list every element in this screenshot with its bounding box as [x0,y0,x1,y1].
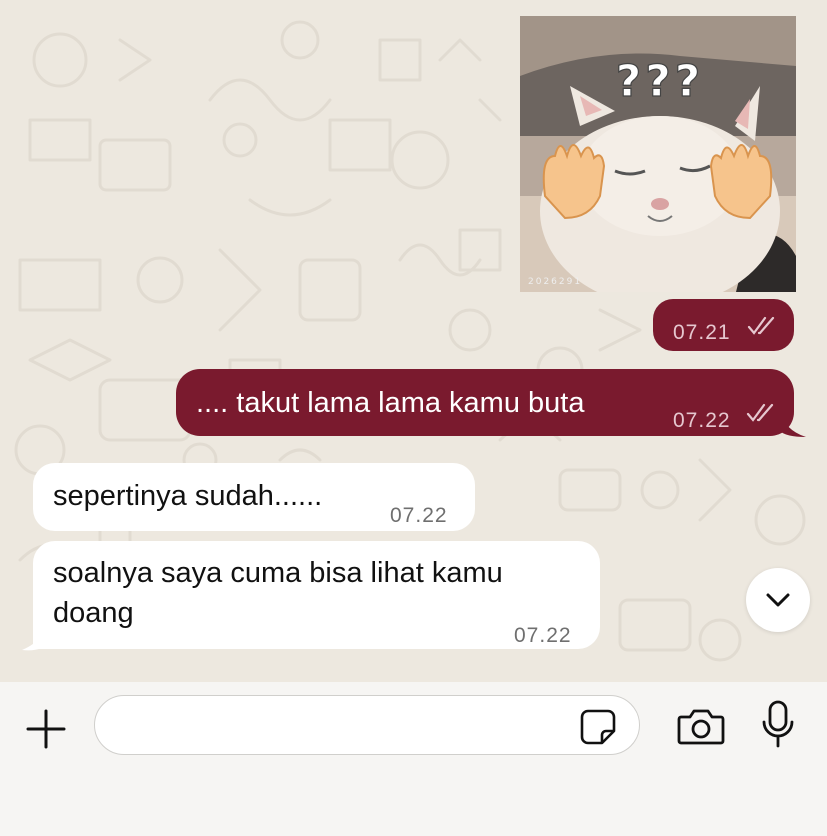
message-time: 07.21 [673,321,731,344]
camera-icon[interactable] [677,707,725,745]
double-check-icon [747,316,775,335]
message-text: soalnya saya cuma bisa lihat kamu doang [53,557,503,629]
incoming-message[interactable]: soalnya saya cuma bisa lihat kamu doang … [33,541,600,649]
incoming-message[interactable]: sepertinya sudah...... 07.22 [33,463,475,531]
sticker-question-marks: ??? [616,56,705,107]
bubble-tail [780,410,806,437]
outgoing-message[interactable]: .... takut lama lama kamu buta 07.22 [176,369,794,436]
message-input-box[interactable] [94,695,640,755]
double-check-icon [746,403,774,422]
message-time: 07.22 [390,504,448,527]
sticker-icon[interactable] [579,708,617,746]
message-text: .... takut lama lama kamu buta [196,387,585,419]
message-text: sepertinya sudah...... [53,480,323,512]
cat-sticker-image: ??? 2026291 [520,16,796,292]
message-input[interactable] [115,706,585,746]
message-time: 07.22 [514,624,572,647]
message-time: 07.22 [673,409,731,432]
sticker-time-bubble: 07.21 [653,299,794,351]
sticker-watermark: 2026291 [528,277,582,287]
plus-icon[interactable] [26,709,66,749]
chat-area: ??? 2026291 07.21 .... takut lama lama k… [0,0,827,682]
microphone-icon[interactable] [760,700,796,748]
chevron-down-icon [766,593,790,607]
composer-bar [0,682,827,836]
scroll-to-bottom-button[interactable] [746,568,810,632]
bubble-tail [22,616,50,651]
cat-sticker[interactable]: ??? 2026291 [520,16,796,292]
